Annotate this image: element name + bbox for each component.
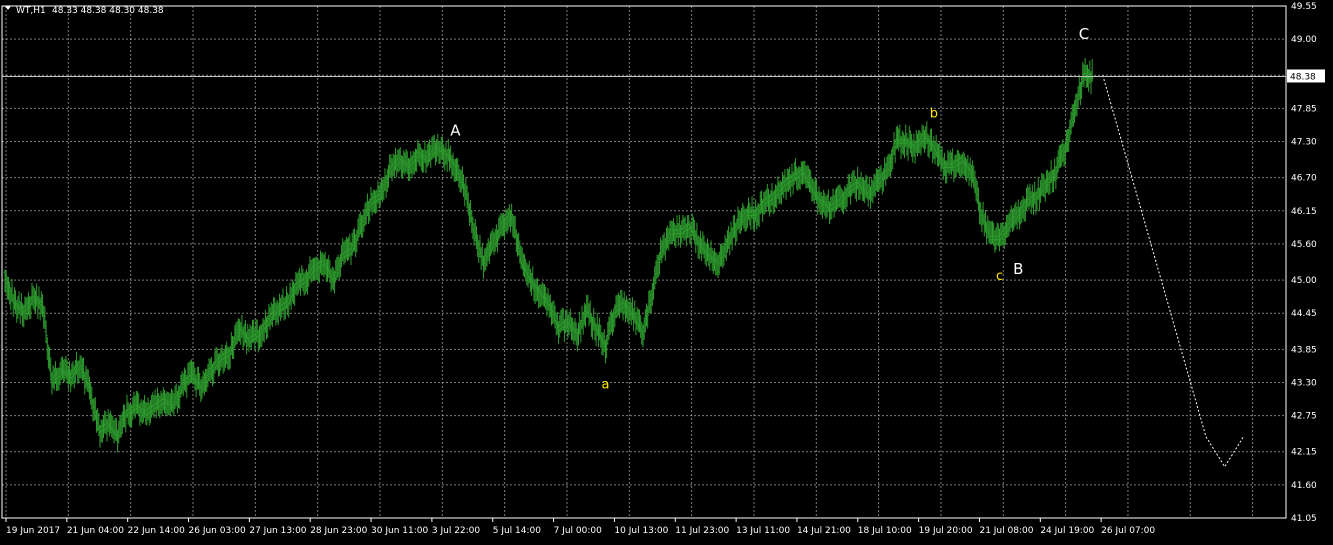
y-tick-label: 43.85 — [1291, 345, 1317, 355]
x-tick-label: 26 Jul 07:00 — [1101, 526, 1155, 536]
x-tick-label: 5 Jul 14:00 — [493, 526, 542, 536]
y-tick-label: 46.70 — [1291, 174, 1317, 184]
y-tick-label: 41.60 — [1291, 481, 1317, 491]
y-tick-label: 47.30 — [1291, 138, 1317, 148]
x-tick-label: 3 Jul 22:00 — [432, 526, 481, 536]
chart-canvas[interactable]: AabcBC 49.5549.0048.4047.8547.3046.7046.… — [0, 0, 1333, 541]
current-price-label: 48.38 — [1290, 72, 1316, 82]
wave-label-B: B — [1013, 260, 1023, 278]
x-tick-label: 30 Jun 11:00 — [371, 526, 428, 536]
y-tick-label: 44.45 — [1291, 309, 1317, 319]
x-tick-label: 18 Jul 10:00 — [858, 526, 912, 536]
y-tick-label: 43.30 — [1291, 378, 1317, 388]
y-tick-label: 46.15 — [1291, 207, 1317, 217]
chart-background — [0, 0, 1333, 541]
x-tick-label: 26 Jun 03:00 — [189, 526, 246, 536]
chart-header: WT,H1 48.33 48.38 48.30 48.38 — [5, 6, 164, 16]
x-tick-label: 22 Jun 14:00 — [128, 526, 185, 536]
x-tick-label: 14 Jul 21:00 — [797, 526, 851, 536]
wave-label-c: c — [996, 269, 1003, 284]
x-tick-label: 27 Jun 13:00 — [249, 526, 306, 536]
x-tick-label: 13 Jul 11:00 — [736, 526, 790, 536]
wave-label-a: a — [601, 377, 609, 392]
x-tick-label: 21 Jun 04:00 — [67, 526, 124, 536]
y-tick-label: 47.85 — [1291, 104, 1317, 114]
x-tick-label: 28 Jun 23:00 — [310, 526, 367, 536]
y-tick-label: 45.00 — [1291, 276, 1317, 286]
x-tick-label: 11 Jul 23:00 — [675, 526, 729, 536]
x-tick-label: 24 Jul 19:00 — [1040, 526, 1094, 536]
y-tick-label: 45.60 — [1291, 240, 1317, 250]
wave-label-C: C — [1079, 25, 1089, 43]
y-tick-label: 49.00 — [1291, 35, 1317, 45]
y-tick-label: 49.55 — [1291, 2, 1317, 12]
x-tick-label: 19 Jul 20:00 — [919, 526, 973, 536]
y-tick-label: 41.05 — [1291, 514, 1317, 524]
symbol-label: WT,H1 — [16, 6, 46, 16]
x-tick-label: 10 Jul 13:00 — [614, 526, 668, 536]
x-tick-label: 7 Jul 00:00 — [554, 526, 603, 536]
x-tick-label: 21 Jul 08:00 — [979, 526, 1033, 536]
y-tick-label: 42.15 — [1291, 448, 1317, 458]
y-tick-label: 42.75 — [1291, 412, 1317, 422]
x-tick-label: 19 Jun 2017 — [6, 526, 60, 536]
quote-values: 48.33 48.38 48.30 48.38 — [52, 6, 164, 16]
wave-label-A: A — [450, 122, 461, 140]
wave-label-b: b — [930, 106, 938, 121]
price-chart[interactable]: AabcBC 49.5549.0048.4047.8547.3046.7046.… — [0, 0, 1333, 541]
